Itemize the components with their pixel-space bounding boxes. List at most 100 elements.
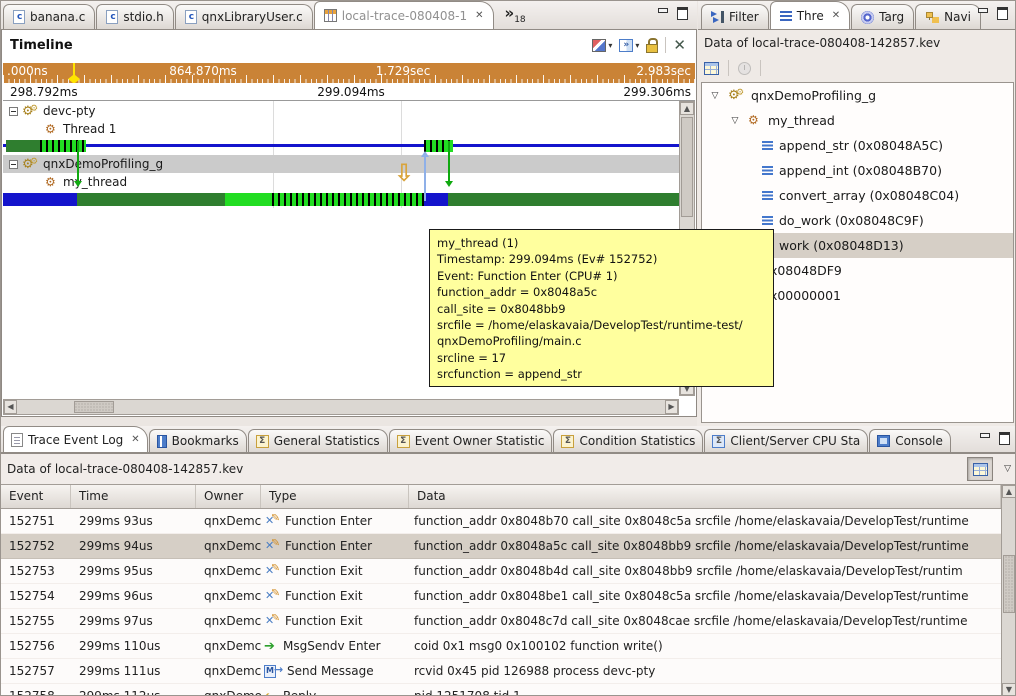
tree-item-convert-array-0x08048c04[interactable]: convert_array (0x08048C04) [702,183,1013,208]
expander-icon[interactable]: ▽ [708,91,722,101]
timeline-horizontal-scrollbar[interactable]: ◀ ▶ [3,399,679,415]
scroll-up-icon[interactable]: ▲ [1002,485,1016,498]
export-button[interactable]: ▾ [619,39,639,52]
maximize-icon[interactable] [998,432,1009,442]
view-tab-bookmarks[interactable]: Bookmarks [149,429,247,452]
view-tab-console[interactable]: Console [869,429,951,452]
column-header-owner[interactable]: Owner [196,485,261,508]
gear-icon [748,113,762,128]
type-label: Function Enter [285,514,372,528]
view-tab-condition-statistics[interactable]: Condition Statistics [553,429,703,452]
event-table-header[interactable]: EventTimeOwnerTypeData [1,484,1001,509]
view-tab-filter[interactable]: Filter [701,4,769,29]
timeline-row-thread-1[interactable]: Thread 1 [45,120,116,138]
event-marker-yellow-icon: ⇩ [394,161,414,185]
minimize-icon[interactable] [979,432,990,442]
msgsend-icon [264,640,279,653]
bottom-view-tabs: Trace Event Log✕BookmarksGeneral Statist… [3,426,952,452]
view-tab-event-owner-statistic[interactable]: Event Owner Statistic [389,429,553,452]
timeline-row-devc-pty[interactable]: devc-pty [9,102,95,120]
column-header-type[interactable]: Type [261,485,409,508]
tab-label: Client/Server CPU Sta [730,434,860,448]
view-tab-thre[interactable]: Thre✕ [770,1,850,29]
tab-label: Console [895,434,943,448]
event-table-scrollbar[interactable]: ▲ ▼ [1001,484,1016,696]
timeline-ruler-zoom[interactable]: 298.792ms299.094ms299.306ms [3,84,695,101]
dropdown-arrow-icon[interactable]: ▾ [635,41,639,50]
expander-icon[interactable]: ▽ [728,116,742,126]
type-label: Function Enter [285,539,372,553]
close-icon[interactable]: ✕ [131,434,139,445]
event-row-152751[interactable]: 152751299ms 93usqnxDemcFunction Enterfun… [1,509,1001,534]
cell-owner: qnxDemc [196,564,261,578]
tree-item-my-thread[interactable]: ▽my_thread [702,108,1013,133]
legend-icon [592,39,606,52]
event-row-152755[interactable]: 152755299ms 97usqnxDemcFunction Exitfunc… [1,609,1001,634]
maximize-icon[interactable] [676,7,687,17]
view-tab-trace-event-log[interactable]: Trace Event Log✕ [3,426,148,452]
view-tab-targ[interactable]: Targ [851,4,914,29]
trace-log-header: Data of local-trace-080408-142857.kev [7,462,243,476]
tab-label: qnxLibraryUser.c [202,10,303,24]
tooltip-line: call_site = 0x8048bb9 [437,301,766,317]
column-header-data[interactable]: Data [409,485,1001,508]
cell-owner: qnxDemc [196,614,261,628]
scrollbar-thumb[interactable] [74,401,114,413]
event-row-152754[interactable]: 152754299ms 96usqnxDemcFunction Exitfunc… [1,584,1001,609]
column-header-event[interactable]: Event [1,485,71,508]
event-row-152758[interactable]: 152758299ms 112usqnxDemoReplypid 1251708… [1,684,1001,696]
scroll-down-icon[interactable]: ▼ [1002,683,1016,696]
tree-item-append-int-0x08048b70[interactable]: append_int (0x08048B70) [702,158,1013,183]
scroll-left-icon[interactable]: ◀ [4,400,17,414]
view-menu-icon[interactable]: ▽ [1004,464,1011,474]
lock-button[interactable] [646,38,658,52]
scroll-up-icon[interactable]: ▲ [680,102,694,115]
editor-tab-stdio-h[interactable]: stdio.h [96,4,173,29]
dropdown-arrow-icon[interactable]: ▾ [608,41,612,50]
cell-data: function_addr 0x8048b4d call_site 0x8048… [409,564,1001,578]
tooltip-line: function_addr = 0x8048a5c [437,284,766,300]
scroll-right-icon[interactable]: ▶ [665,400,678,414]
view-tab-client-server-cpu-sta[interactable]: Client/Server CPU Sta [704,429,868,452]
minimize-icon[interactable] [657,7,668,17]
threads-view-header: Data of local-trace-080408-142857.kev [704,36,940,50]
editor-tab-banana-c[interactable]: banana.c [3,4,95,29]
close-view-icon[interactable]: ✕ [673,38,686,53]
type-label: Function Exit [285,589,363,603]
bookmark-icon [157,435,167,448]
timeline-row-my-thread[interactable]: my_thread [45,173,127,191]
event-row-152757[interactable]: 152757299ms 111usqnxDemcSend Messagercvi… [1,659,1001,684]
editor-tabs: banana.cstdio.h qnxLibraryUser.c local-tra… [3,1,495,29]
timeline-bar-qnxdemoprofiling-g-my-thread[interactable] [3,193,679,206]
tree-item-label: do_work (0x08048C9F) [779,213,924,228]
column-header-time[interactable]: Time [71,485,196,508]
ruler-cursor[interactable] [73,63,75,83]
legend-button[interactable]: ▾ [592,39,612,52]
tree-item-label: work (0x08048D13) [779,238,904,253]
close-icon[interactable]: ✕ [475,10,483,21]
timeline-bar-devc-pty-thread-1[interactable] [3,140,679,152]
view-tab-navi[interactable]: Navi [915,4,981,29]
event-row-152756[interactable]: 152756299ms 110usqnxDemcMsgSendv Enterco… [1,634,1001,659]
timeline-ruler-full[interactable]: .000ns864.870ms1.729sec2.983sec [3,63,695,83]
tree-item-qnxdemoprofiling-g[interactable]: ▽qnxDemoProfiling_g [702,83,1013,108]
view-tab-general-statistics[interactable]: General Statistics [248,429,388,452]
event-row-152752[interactable]: 152752299ms 94usqnxDemcFunction Enterfun… [1,534,1001,559]
scrollbar-thumb[interactable] [1003,555,1015,613]
scrollbar-thumb[interactable] [681,117,693,217]
close-icon[interactable]: ✕ [832,10,840,21]
grid-icon[interactable] [704,62,719,75]
timeline-row-qnxdemoprofiling-g[interactable]: qnxDemoProfiling_g [3,155,679,173]
maximize-icon[interactable] [996,7,1007,17]
table-view-toggle-button[interactable] [967,457,993,481]
event-row-152753[interactable]: 152753299ms 95usqnxDemcFunction Exitfunc… [1,559,1001,584]
tree-item-append-str-0x08048a5c[interactable]: append_str (0x08048A5C) [702,133,1013,158]
gears-icon [22,104,39,119]
editor-tab-qnxlibraryuser-c[interactable]: qnxLibraryUser.c [175,4,313,29]
minimize-icon[interactable] [977,7,988,17]
expander-icon[interactable] [9,107,18,116]
func-icon [264,589,281,603]
editor-tab-overflow[interactable]: »18 [505,4,526,25]
expander-icon[interactable] [9,160,18,169]
editor-tab-local-trace-080408-1[interactable]: local-trace-080408-1✕ [314,1,494,29]
